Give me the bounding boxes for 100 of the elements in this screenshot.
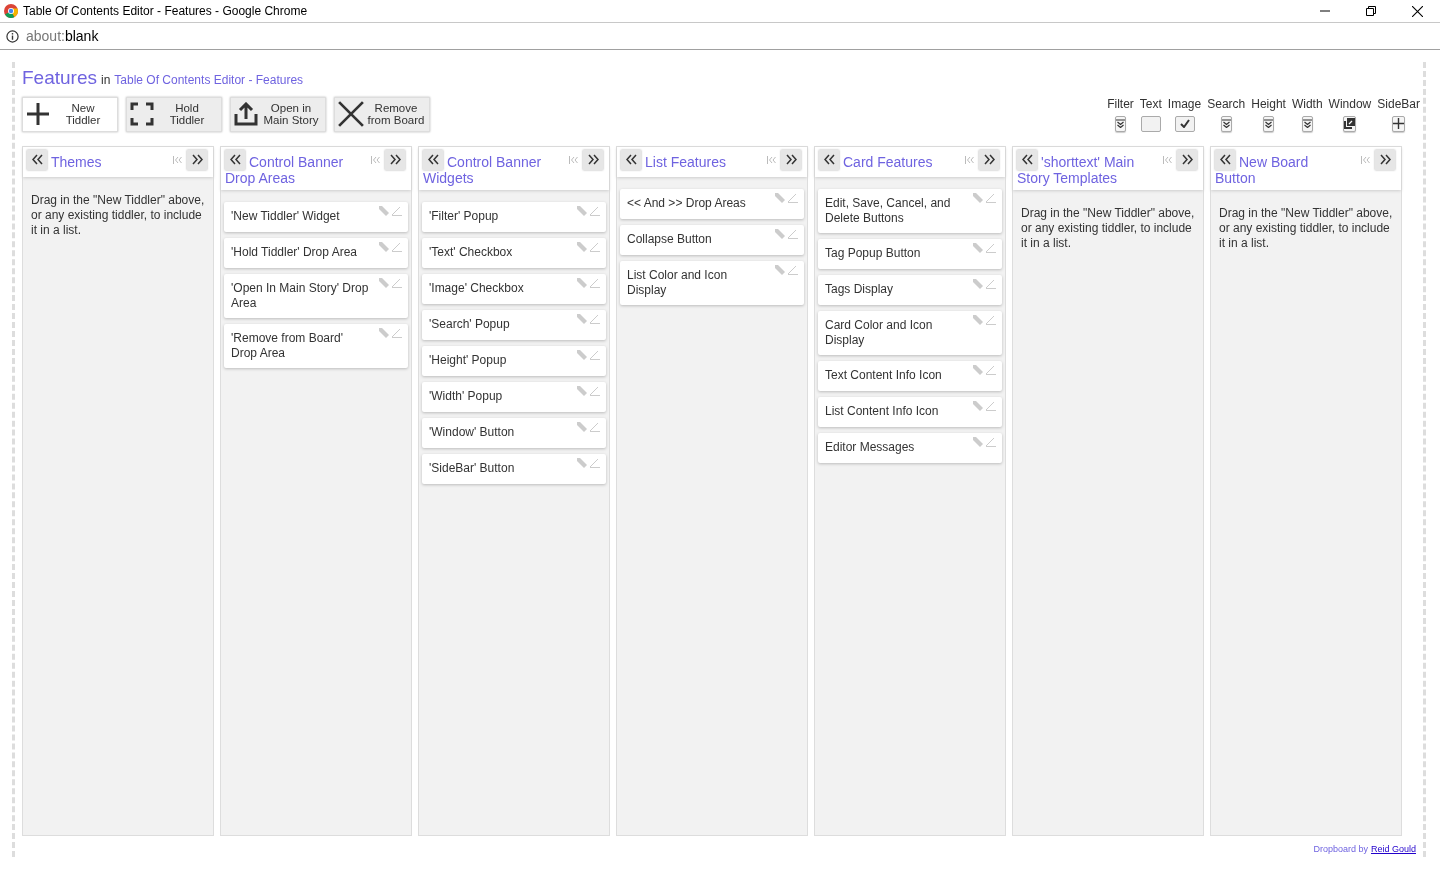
tag-icon[interactable] [973,364,983,375]
tiddler-card[interactable]: List Content Info Icon [818,396,1002,427]
tag-icon[interactable] [973,278,983,289]
pencil-icon[interactable] [590,241,600,252]
tiddler-card[interactable]: 'Text' Checkbox [422,237,606,268]
tiddler-card[interactable]: Text Content Info Icon [818,360,1002,391]
view-button[interactable] [1220,115,1232,132]
pencil-icon[interactable] [986,314,996,325]
pencil-icon[interactable] [392,277,402,288]
tag-icon[interactable] [577,457,587,468]
action-button[interactable]: New Tiddler [22,96,118,132]
tag-icon[interactable] [775,264,785,275]
collapse-icon[interactable] [965,155,975,164]
action-button[interactable]: Open in Main Story [230,96,326,132]
pencil-icon[interactable] [392,327,402,338]
pencil-icon[interactable] [986,278,996,289]
tiddler-card[interactable]: 'Hold Tiddler' Drop Area [224,237,408,268]
pencil-icon[interactable] [788,228,798,239]
move-left-button[interactable] [1017,149,1037,170]
view-button[interactable] [1115,115,1126,132]
pencil-icon[interactable] [590,421,600,432]
pencil-icon[interactable] [392,205,402,216]
pencil-icon[interactable] [986,242,996,253]
tag-icon[interactable] [973,314,983,325]
pencil-icon[interactable] [986,436,996,447]
tiddler-card[interactable]: Collapse Button [620,224,804,255]
tiddler-card[interactable]: 'Remove from Board' Drop Area [224,323,408,368]
tag-icon[interactable] [577,205,587,216]
tag-icon[interactable] [775,228,785,239]
tiddler-card[interactable]: 'SideBar' Button [422,453,606,484]
tag-icon[interactable] [577,277,587,288]
tiddler-card[interactable]: << And >> Drop Areas [620,188,804,219]
move-right-button[interactable] [1375,149,1395,170]
tag-icon[interactable] [577,385,587,396]
parent-link[interactable]: Table Of Contents Editor - Features [114,71,304,89]
tag-icon[interactable] [577,421,587,432]
info-icon[interactable] [6,29,19,43]
tiddler-card[interactable]: 'Width' Popup [422,381,606,412]
tiddler-card[interactable]: 'Open In Main Story' Drop Area [224,273,408,318]
pencil-icon[interactable] [986,192,996,203]
pencil-icon[interactable] [788,264,798,275]
tiddler-card[interactable]: Edit, Save, Cancel, and Delete Buttons [818,188,1002,233]
move-left-button[interactable] [621,149,641,170]
checkbox[interactable] [1174,115,1195,132]
checkbox[interactable] [1140,115,1161,132]
pencil-icon[interactable] [590,205,600,216]
tag-icon[interactable] [577,241,587,252]
move-right-button[interactable] [781,149,801,170]
tiddler-card[interactable]: 'New Tiddler' Widget [224,201,408,232]
move-right-button[interactable] [385,149,405,170]
view-button[interactable] [1343,115,1357,132]
tiddler-card[interactable]: Card Color and Icon Display [818,310,1002,355]
tiddler-card[interactable]: 'Height' Popup [422,345,606,376]
move-right-button[interactable] [979,149,999,170]
move-left-button[interactable] [819,149,839,170]
collapse-icon[interactable] [1163,155,1173,164]
collapse-icon[interactable] [371,155,381,164]
tiddler-card[interactable]: Tag Popup Button [818,238,1002,269]
pencil-icon[interactable] [986,400,996,411]
address-field[interactable]: about:blank [26,25,99,47]
action-button[interactable]: Hold Tiddler [126,96,222,132]
tiddler-card[interactable]: 'Image' Checkbox [422,273,606,304]
move-right-button[interactable] [187,149,207,170]
tag-icon[interactable] [379,327,389,338]
tiddler-card[interactable]: 'Window' Button [422,417,606,448]
tiddler-card[interactable]: 'Filter' Popup [422,201,606,232]
collapse-icon[interactable] [569,155,579,164]
tiddler-card[interactable]: Editor Messages [818,432,1002,463]
action-button[interactable]: Remove from Board [334,96,430,132]
collapse-icon[interactable] [173,155,183,164]
move-right-button[interactable] [1177,149,1197,170]
view-button[interactable] [1392,115,1406,132]
move-right-button[interactable] [583,149,603,170]
tag-icon[interactable] [973,192,983,203]
pencil-icon[interactable] [590,349,600,360]
collapse-icon[interactable] [1361,155,1371,164]
tag-icon[interactable] [775,192,785,203]
tag-icon[interactable] [973,400,983,411]
tiddler-card[interactable]: 'Search' Popup [422,309,606,340]
move-left-button[interactable] [1215,149,1235,170]
tag-icon[interactable] [577,313,587,324]
pencil-icon[interactable] [590,385,600,396]
move-left-button[interactable] [423,149,443,170]
tag-icon[interactable] [577,349,587,360]
pencil-icon[interactable] [590,277,600,288]
pencil-icon[interactable] [986,364,996,375]
tag-icon[interactable] [973,436,983,447]
tag-icon[interactable] [379,277,389,288]
move-left-button[interactable] [225,149,245,170]
author-link[interactable]: Reid Gould [1370,842,1416,856]
pencil-icon[interactable] [590,313,600,324]
move-left-button[interactable] [27,149,47,170]
pencil-icon[interactable] [392,241,402,252]
pencil-icon[interactable] [590,457,600,468]
tiddler-card[interactable]: Tags Display [818,274,1002,305]
collapse-icon[interactable] [767,155,777,164]
view-button[interactable] [1263,115,1275,132]
view-button[interactable] [1301,115,1313,132]
tag-icon[interactable] [973,242,983,253]
tag-icon[interactable] [379,205,389,216]
